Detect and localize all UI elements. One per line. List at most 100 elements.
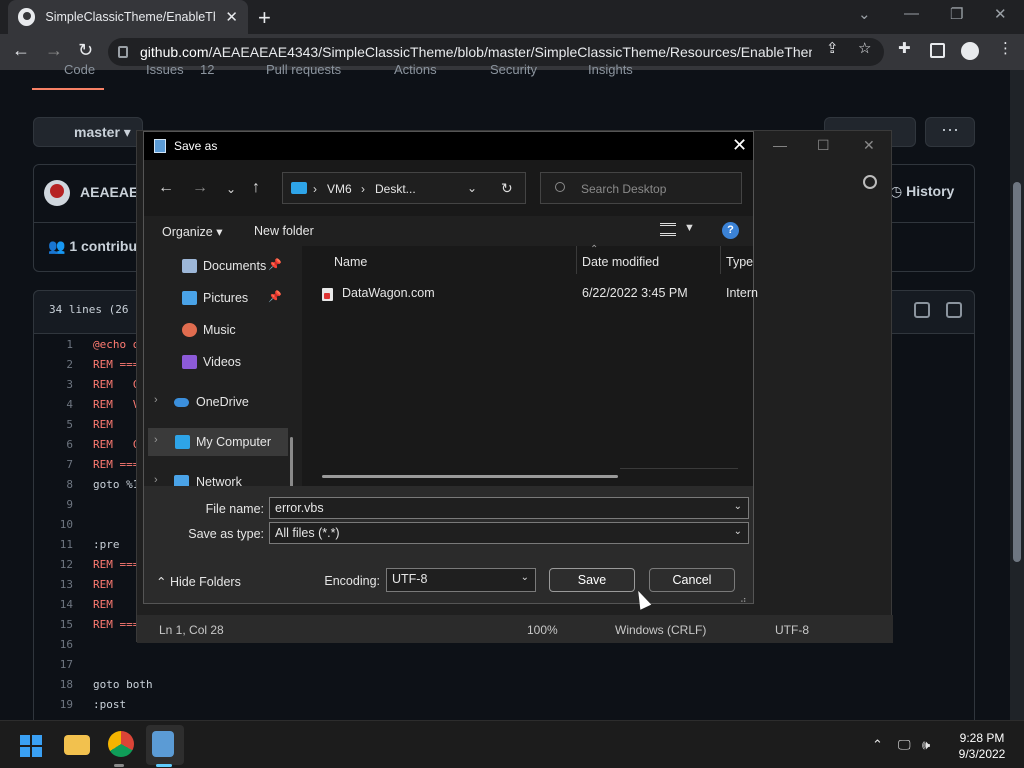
nav-item-videos[interactable]: Videos [144,348,294,376]
notepad-maximize-icon[interactable]: ☐ [817,137,830,154]
volume-icon[interactable]: 🕪 [922,737,930,753]
line-number[interactable]: 18 [33,678,73,691]
line-number[interactable]: 15 [33,618,73,631]
line-number[interactable]: 11 [33,538,73,551]
line-number[interactable]: 13 [33,578,73,591]
address-box[interactable]: › VM6 › Deskt... ⌄ ↻ [282,172,526,204]
cancel-button[interactable]: Cancel [649,568,735,592]
resize-grip-icon[interactable]: ⣠ [740,592,747,603]
new-tab-button[interactable]: + [258,5,271,31]
line-number[interactable]: 19 [33,698,73,711]
column-header-date[interactable]: Date modified [582,255,659,269]
column-header-type[interactable]: Type [726,255,753,269]
line-number[interactable]: 6 [33,438,73,451]
nav-item-onedrive[interactable]: › OneDrive [144,388,294,416]
tab-close-icon[interactable]: ✕ [225,8,238,26]
refresh-icon[interactable]: ↻ [501,180,513,197]
line-number[interactable]: 14 [33,598,73,611]
back-arrow-icon[interactable]: ← [158,179,174,197]
restore-icon[interactable]: ❐ [950,5,963,23]
column-divider[interactable] [720,246,721,274]
browser-tab[interactable]: SimpleClassicTheme/EnableThem ✕ [8,0,248,34]
line-number[interactable]: 1 [33,338,73,351]
more-options-button[interactable]: ··· [925,117,975,147]
tab-code[interactable]: Code [64,62,95,77]
lock-icon[interactable] [118,46,128,58]
new-folder-button[interactable]: New folder [254,224,314,238]
recent-locations-icon[interactable]: ⌄ [226,182,236,196]
address-dropdown-icon[interactable]: ⌄ [467,181,477,195]
side-panel-icon[interactable] [930,43,945,58]
search-box[interactable]: Search Desktop [540,172,742,204]
notepad-taskbar-icon[interactable] [152,731,174,757]
back-icon[interactable]: ← [12,40,30,61]
file-name-field[interactable]: error.vbs ⌄ [269,497,749,519]
view-dropdown-icon[interactable]: ▼ [684,222,695,234]
tab-security[interactable]: Security [490,62,537,77]
nav-item-documents[interactable]: Documents 📌 [144,252,294,280]
tab-insights[interactable]: Insights [588,62,633,77]
dialog-close-icon[interactable]: ✕ [732,135,747,156]
line-number[interactable]: 7 [33,458,73,471]
author-name[interactable]: AEAEAE [80,184,138,200]
nav-item-my-computer[interactable]: › My Computer [148,428,288,456]
nav-item-music[interactable]: Music [144,316,294,344]
history-link[interactable]: ◷ History [890,183,954,200]
file-explorer-icon[interactable] [64,735,90,755]
breadcrumb-vm6[interactable]: VM6 [327,182,352,196]
up-folder-icon[interactable]: ↑ [252,179,260,197]
view-options-icon[interactable] [660,223,676,236]
tab-issues[interactable]: Issues [146,62,184,77]
windows-start-icon[interactable] [20,735,42,757]
menu-icon[interactable]: ⋮ [998,39,1016,57]
line-number[interactable]: 17 [33,658,73,671]
forward-icon[interactable]: → [45,40,63,61]
extensions-icon[interactable]: ✚ [898,39,916,57]
expand-chevron-icon[interactable]: › [154,394,158,406]
help-icon[interactable]: ? [722,222,739,239]
line-number[interactable]: 10 [33,518,73,531]
breadcrumb-desktop[interactable]: Deskt... [375,182,416,196]
encoding-select[interactable]: UTF-8 ⌄ [386,568,536,592]
nav-scrollbar[interactable] [290,437,293,486]
reload-icon[interactable]: ↻ [78,40,93,61]
line-number[interactable]: 12 [33,558,73,571]
expand-chevron-icon[interactable]: › [154,434,158,446]
network-icon[interactable]: 🖵 [898,737,911,753]
save-type-select[interactable]: All files (*.*) ⌄ [269,522,749,544]
profile-icon[interactable] [961,42,979,60]
avatar[interactable] [44,180,70,206]
column-divider[interactable] [576,246,577,274]
expand-chevron-icon[interactable]: › [154,474,158,486]
line-number[interactable]: 3 [33,378,73,391]
bookmark-star-icon[interactable]: ☆ [858,39,871,57]
nav-item-network[interactable]: › Network [144,468,294,486]
horizontal-scrollbar[interactable] [322,475,618,478]
column-header-name[interactable]: Name [334,255,367,269]
page-scrollbar[interactable] [1010,70,1024,720]
chevron-up-icon[interactable]: ⌃ [872,737,883,753]
trash-icon[interactable] [946,302,962,318]
clock[interactable]: 9:28 PM 9/3/2022 [950,730,1014,762]
list-item[interactable]: DataWagon.com 6/22/2022 3:45 PM Intern [302,284,758,306]
notepad-minimize-icon[interactable]: — [773,137,787,153]
tab-actions[interactable]: Actions [394,62,437,77]
chevron-down-icon[interactable]: ⌄ [734,526,742,537]
nav-item-pictures[interactable]: Pictures 📌 [144,284,294,312]
tab-search-icon[interactable]: ⌄ [858,5,871,23]
line-number[interactable]: 4 [33,398,73,411]
notepad-close-icon[interactable]: ✕ [863,137,875,154]
close-window-icon[interactable]: ✕ [994,5,1007,23]
line-number[interactable]: 8 [33,478,73,491]
tab-pull-requests[interactable]: Pull requests [266,62,341,77]
hide-folders-button[interactable]: ⌃ Hide Folders [156,574,241,589]
chevron-down-icon[interactable]: ⌄ [521,572,529,583]
contributors-link[interactable]: 👥 1 contribut [48,238,142,255]
line-number[interactable]: 5 [33,418,73,431]
line-number[interactable]: 9 [33,498,73,511]
chevron-down-icon[interactable]: ⌄ [734,501,742,512]
line-number[interactable]: 16 [33,638,73,651]
branch-selector[interactable]: master ▾ [33,117,143,147]
settings-gear-icon[interactable] [863,175,877,189]
minimize-icon[interactable]: — [904,5,919,22]
